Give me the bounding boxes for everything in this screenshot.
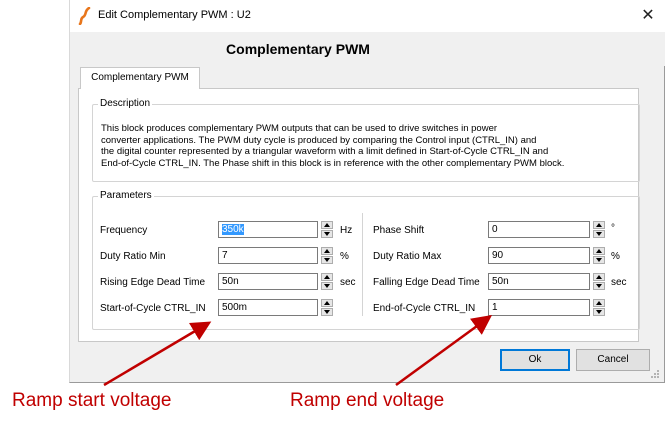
start-of-cycle-label: Start-of-Cycle CTRL_IN: [100, 303, 206, 314]
frequency-value: 350k: [222, 224, 244, 235]
ramp-start-annotation: Ramp start voltage: [12, 390, 172, 411]
spin-up-icon[interactable]: [593, 273, 605, 281]
description-line: End-of-Cycle CTRL_IN. The Phase shift in…: [101, 158, 565, 170]
falling-edge-dead-time-spin-icon[interactable]: [593, 273, 605, 290]
spin-down-icon[interactable]: [321, 282, 333, 290]
tab-complementary-pwm[interactable]: Complementary PWM: [80, 67, 200, 89]
spin-down-icon[interactable]: [593, 256, 605, 264]
parameters-group-label: Parameters: [98, 190, 154, 201]
phase-shift-unit: °: [611, 223, 615, 234]
description-line: This block produces complementary PWM ou…: [101, 123, 498, 134]
falling-edge-dead-time-unit: sec: [611, 277, 627, 288]
spin-down-icon[interactable]: [593, 230, 605, 238]
spin-up-icon[interactable]: [321, 221, 333, 229]
spin-down-icon[interactable]: [321, 230, 333, 238]
end-of-cycle-label: End-of-Cycle CTRL_IN: [373, 303, 476, 314]
duty-ratio-min-input[interactable]: 7: [218, 247, 318, 264]
ramp-end-annotation: Ramp end voltage: [290, 390, 445, 411]
spin-up-icon[interactable]: [593, 299, 605, 307]
duty-ratio-max-unit: %: [611, 251, 620, 262]
rising-edge-dead-time-unit: sec: [340, 277, 356, 288]
rising-edge-dead-time-input[interactable]: 50n: [218, 273, 318, 290]
dialog-heading: Complementary PWM: [226, 41, 370, 57]
duty-ratio-min-spin-icon[interactable]: [321, 247, 333, 264]
description-line: converter applications. The PWM duty cyc…: [101, 134, 537, 146]
close-icon[interactable]: ✕: [634, 4, 662, 28]
frequency-unit: Hz: [340, 225, 353, 236]
end-of-cycle-spin-icon[interactable]: [593, 299, 605, 316]
duty-ratio-max-label: Duty Ratio Max: [373, 251, 442, 262]
start-of-cycle-spin-icon[interactable]: [321, 299, 333, 316]
start-of-cycle-input[interactable]: 500m: [218, 299, 318, 316]
description-group-label: Description: [98, 98, 153, 109]
falling-edge-dead-time-label: Falling Edge Dead Time: [373, 277, 480, 288]
duty-ratio-min-unit: %: [340, 251, 349, 262]
duty-ratio-max-spin-icon[interactable]: [593, 247, 605, 264]
title-bar: Edit Complementary PWM : U2 ✕: [70, 0, 665, 32]
spin-up-icon[interactable]: [593, 247, 605, 255]
description-line: the digital counter represented by a tri…: [101, 146, 549, 158]
phase-shift-spin-icon[interactable]: [593, 221, 605, 238]
resize-grip-icon[interactable]: [650, 369, 660, 379]
ok-button[interactable]: Ok: [500, 349, 570, 371]
spin-down-icon[interactable]: [593, 308, 605, 316]
spin-up-icon[interactable]: [593, 221, 605, 229]
window-title: Edit Complementary PWM : U2: [98, 9, 251, 21]
end-of-cycle-input[interactable]: 1: [488, 299, 590, 316]
parameters-divider: [362, 213, 363, 316]
frequency-label: Frequency: [100, 225, 148, 236]
rising-edge-dead-time-label: Rising Edge Dead Time: [100, 277, 206, 288]
cancel-button[interactable]: Cancel: [576, 349, 650, 371]
description-text: This block produces complementary PWM ou…: [101, 123, 631, 170]
duty-ratio-max-input[interactable]: 90: [488, 247, 590, 264]
frequency-input[interactable]: 350k: [218, 221, 318, 238]
app-logo-icon: [78, 7, 91, 25]
spin-down-icon[interactable]: [321, 256, 333, 264]
spin-up-icon[interactable]: [321, 247, 333, 255]
rising-edge-dead-time-spin-icon[interactable]: [321, 273, 333, 290]
phase-shift-input[interactable]: 0: [488, 221, 590, 238]
spin-down-icon[interactable]: [593, 282, 605, 290]
spin-up-icon[interactable]: [321, 299, 333, 307]
page: Edit Complementary PWM : U2 ✕ Complement…: [0, 0, 665, 427]
duty-ratio-min-label: Duty Ratio Min: [100, 251, 166, 262]
spin-up-icon[interactable]: [321, 273, 333, 281]
falling-edge-dead-time-input[interactable]: 50n: [488, 273, 590, 290]
frequency-spin-icon[interactable]: [321, 221, 333, 238]
phase-shift-label: Phase Shift: [373, 225, 425, 236]
spin-down-icon[interactable]: [321, 308, 333, 316]
